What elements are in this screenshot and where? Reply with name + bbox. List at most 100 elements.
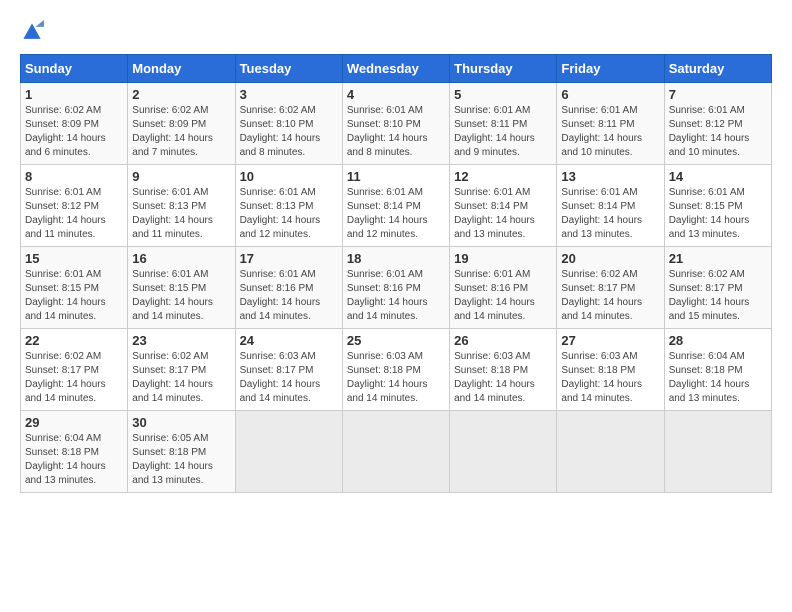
day-info: Sunrise: 6:01 AM Sunset: 8:15 PM Dayligh… — [669, 186, 767, 242]
day-number: 23 — [132, 333, 230, 348]
calendar-cell — [342, 411, 449, 493]
logo-icon — [20, 20, 44, 44]
day-number: 7 — [669, 87, 767, 102]
calendar-cell: 20 Sunrise: 6:02 AM Sunset: 8:17 PM Dayl… — [557, 247, 664, 329]
day-number: 28 — [669, 333, 767, 348]
calendar-cell: 19 Sunrise: 6:01 AM Sunset: 8:16 PM Dayl… — [450, 247, 557, 329]
day-number: 17 — [240, 251, 338, 266]
calendar-cell: 18 Sunrise: 6:01 AM Sunset: 8:16 PM Dayl… — [342, 247, 449, 329]
day-info: Sunrise: 6:02 AM Sunset: 8:17 PM Dayligh… — [669, 268, 767, 324]
page-header — [20, 20, 772, 44]
calendar-cell: 23 Sunrise: 6:02 AM Sunset: 8:17 PM Dayl… — [128, 329, 235, 411]
day-number: 8 — [25, 169, 123, 184]
day-info: Sunrise: 6:02 AM Sunset: 8:09 PM Dayligh… — [25, 104, 123, 160]
day-number: 9 — [132, 169, 230, 184]
day-number: 15 — [25, 251, 123, 266]
day-number: 3 — [240, 87, 338, 102]
calendar-cell: 21 Sunrise: 6:02 AM Sunset: 8:17 PM Dayl… — [664, 247, 771, 329]
day-number: 10 — [240, 169, 338, 184]
calendar-table: Sunday Monday Tuesday Wednesday Thursday… — [20, 54, 772, 493]
day-number: 16 — [132, 251, 230, 266]
calendar-cell: 22 Sunrise: 6:02 AM Sunset: 8:17 PM Dayl… — [21, 329, 128, 411]
calendar-cell: 16 Sunrise: 6:01 AM Sunset: 8:15 PM Dayl… — [128, 247, 235, 329]
day-number: 4 — [347, 87, 445, 102]
calendar-cell: 9 Sunrise: 6:01 AM Sunset: 8:13 PM Dayli… — [128, 165, 235, 247]
day-number: 21 — [669, 251, 767, 266]
header-wednesday: Wednesday — [342, 55, 449, 83]
day-number: 12 — [454, 169, 552, 184]
day-number: 13 — [561, 169, 659, 184]
calendar-cell: 6 Sunrise: 6:01 AM Sunset: 8:11 PM Dayli… — [557, 83, 664, 165]
calendar-row-1: 8 Sunrise: 6:01 AM Sunset: 8:12 PM Dayli… — [21, 165, 772, 247]
calendar-row-2: 15 Sunrise: 6:01 AM Sunset: 8:15 PM Dayl… — [21, 247, 772, 329]
day-number: 29 — [25, 415, 123, 430]
calendar-cell: 10 Sunrise: 6:01 AM Sunset: 8:13 PM Dayl… — [235, 165, 342, 247]
day-info: Sunrise: 6:02 AM Sunset: 8:17 PM Dayligh… — [25, 350, 123, 406]
calendar-row-0: 1 Sunrise: 6:02 AM Sunset: 8:09 PM Dayli… — [21, 83, 772, 165]
calendar-cell: 4 Sunrise: 6:01 AM Sunset: 8:10 PM Dayli… — [342, 83, 449, 165]
day-info: Sunrise: 6:03 AM Sunset: 8:18 PM Dayligh… — [454, 350, 552, 406]
day-number: 27 — [561, 333, 659, 348]
day-info: Sunrise: 6:01 AM Sunset: 8:16 PM Dayligh… — [454, 268, 552, 324]
calendar-cell: 3 Sunrise: 6:02 AM Sunset: 8:10 PM Dayli… — [235, 83, 342, 165]
day-number: 20 — [561, 251, 659, 266]
day-number: 22 — [25, 333, 123, 348]
logo — [20, 20, 48, 44]
calendar-row-4: 29 Sunrise: 6:04 AM Sunset: 8:18 PM Dayl… — [21, 411, 772, 493]
header-row: Sunday Monday Tuesday Wednesday Thursday… — [21, 55, 772, 83]
day-info: Sunrise: 6:05 AM Sunset: 8:18 PM Dayligh… — [132, 432, 230, 488]
calendar-cell: 14 Sunrise: 6:01 AM Sunset: 8:15 PM Dayl… — [664, 165, 771, 247]
day-number: 11 — [347, 169, 445, 184]
header-saturday: Saturday — [664, 55, 771, 83]
calendar-cell: 29 Sunrise: 6:04 AM Sunset: 8:18 PM Dayl… — [21, 411, 128, 493]
day-info: Sunrise: 6:02 AM Sunset: 8:17 PM Dayligh… — [132, 350, 230, 406]
calendar-cell — [235, 411, 342, 493]
day-info: Sunrise: 6:02 AM Sunset: 8:10 PM Dayligh… — [240, 104, 338, 160]
header-friday: Friday — [557, 55, 664, 83]
calendar-cell — [557, 411, 664, 493]
calendar-cell: 7 Sunrise: 6:01 AM Sunset: 8:12 PM Dayli… — [664, 83, 771, 165]
header-tuesday: Tuesday — [235, 55, 342, 83]
calendar-cell: 5 Sunrise: 6:01 AM Sunset: 8:11 PM Dayli… — [450, 83, 557, 165]
day-info: Sunrise: 6:01 AM Sunset: 8:13 PM Dayligh… — [132, 186, 230, 242]
calendar-cell: 28 Sunrise: 6:04 AM Sunset: 8:18 PM Dayl… — [664, 329, 771, 411]
calendar-cell: 17 Sunrise: 6:01 AM Sunset: 8:16 PM Dayl… — [235, 247, 342, 329]
day-info: Sunrise: 6:03 AM Sunset: 8:18 PM Dayligh… — [561, 350, 659, 406]
calendar-row-3: 22 Sunrise: 6:02 AM Sunset: 8:17 PM Dayl… — [21, 329, 772, 411]
calendar-cell: 13 Sunrise: 6:01 AM Sunset: 8:14 PM Dayl… — [557, 165, 664, 247]
day-number: 14 — [669, 169, 767, 184]
calendar-cell: 11 Sunrise: 6:01 AM Sunset: 8:14 PM Dayl… — [342, 165, 449, 247]
calendar-cell — [450, 411, 557, 493]
day-number: 25 — [347, 333, 445, 348]
day-info: Sunrise: 6:01 AM Sunset: 8:15 PM Dayligh… — [132, 268, 230, 324]
day-number: 2 — [132, 87, 230, 102]
day-info: Sunrise: 6:01 AM Sunset: 8:14 PM Dayligh… — [454, 186, 552, 242]
calendar-cell — [664, 411, 771, 493]
calendar-cell: 12 Sunrise: 6:01 AM Sunset: 8:14 PM Dayl… — [450, 165, 557, 247]
day-info: Sunrise: 6:01 AM Sunset: 8:12 PM Dayligh… — [25, 186, 123, 242]
day-info: Sunrise: 6:03 AM Sunset: 8:17 PM Dayligh… — [240, 350, 338, 406]
header-thursday: Thursday — [450, 55, 557, 83]
day-info: Sunrise: 6:01 AM Sunset: 8:12 PM Dayligh… — [669, 104, 767, 160]
day-info: Sunrise: 6:01 AM Sunset: 8:14 PM Dayligh… — [561, 186, 659, 242]
day-info: Sunrise: 6:01 AM Sunset: 8:11 PM Dayligh… — [454, 104, 552, 160]
day-info: Sunrise: 6:02 AM Sunset: 8:17 PM Dayligh… — [561, 268, 659, 324]
day-number: 6 — [561, 87, 659, 102]
header-sunday: Sunday — [21, 55, 128, 83]
header-monday: Monday — [128, 55, 235, 83]
calendar-cell: 1 Sunrise: 6:02 AM Sunset: 8:09 PM Dayli… — [21, 83, 128, 165]
day-info: Sunrise: 6:02 AM Sunset: 8:09 PM Dayligh… — [132, 104, 230, 160]
calendar-cell: 30 Sunrise: 6:05 AM Sunset: 8:18 PM Dayl… — [128, 411, 235, 493]
day-info: Sunrise: 6:01 AM Sunset: 8:14 PM Dayligh… — [347, 186, 445, 242]
day-info: Sunrise: 6:04 AM Sunset: 8:18 PM Dayligh… — [25, 432, 123, 488]
calendar-cell: 2 Sunrise: 6:02 AM Sunset: 8:09 PM Dayli… — [128, 83, 235, 165]
day-info: Sunrise: 6:01 AM Sunset: 8:10 PM Dayligh… — [347, 104, 445, 160]
calendar-cell: 8 Sunrise: 6:01 AM Sunset: 8:12 PM Dayli… — [21, 165, 128, 247]
day-number: 24 — [240, 333, 338, 348]
day-info: Sunrise: 6:03 AM Sunset: 8:18 PM Dayligh… — [347, 350, 445, 406]
day-number: 5 — [454, 87, 552, 102]
day-number: 1 — [25, 87, 123, 102]
day-info: Sunrise: 6:01 AM Sunset: 8:11 PM Dayligh… — [561, 104, 659, 160]
day-info: Sunrise: 6:01 AM Sunset: 8:13 PM Dayligh… — [240, 186, 338, 242]
calendar-cell: 24 Sunrise: 6:03 AM Sunset: 8:17 PM Dayl… — [235, 329, 342, 411]
